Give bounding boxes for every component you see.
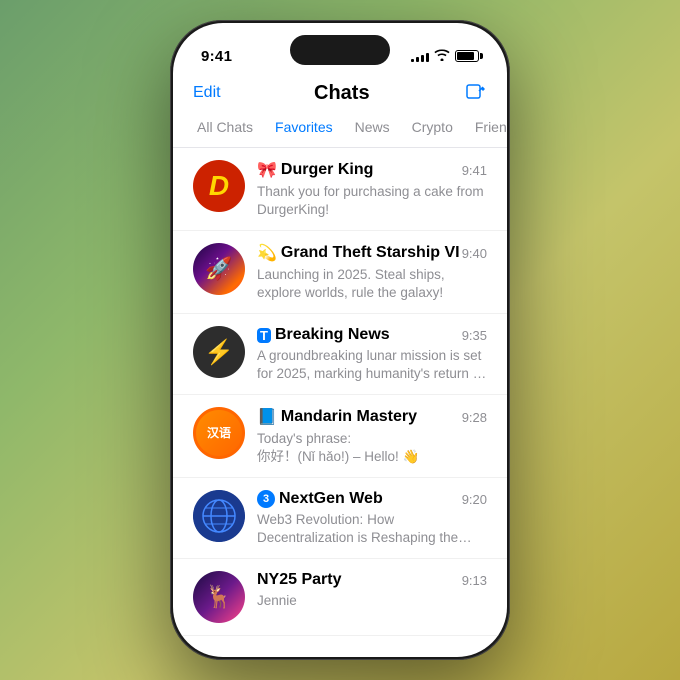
chat-time-nextgen: 9:20 <box>462 492 487 507</box>
status-icons <box>411 49 479 64</box>
chat-content-durger: 🎀 Durger King 9:41 Thank you for purchas… <box>257 160 487 218</box>
chat-preview-ny25: Jennie <box>257 592 487 610</box>
page-title: Chats <box>314 82 370 105</box>
filter-tabs: All Chats Favorites News Crypto Friends <box>173 117 507 148</box>
chat-item-durger[interactable]: D 🎀 Durger King 9:41 Thank you for purch… <box>173 148 507 231</box>
chat-item-nextgen[interactable]: 3 NextGen Web 9:20 Web3 Revolution: How … <box>173 478 507 559</box>
chat-preview-gts: Launching in 2025. Steal ships, explore … <box>257 266 487 301</box>
chat-time-breaking: 9:35 <box>462 328 487 343</box>
avatar-breaking: ⚡ <box>193 326 245 378</box>
header: Edit Chats <box>173 75 507 117</box>
chat-content-mandarin: 📘 Mandarin Mastery 9:28 Today's phrase:你… <box>257 407 487 465</box>
chat-name-ny25: NY25 Party <box>257 571 342 589</box>
chat-preview-durger: Thank you for purchasing a cake from Dur… <box>257 183 487 218</box>
avatar-gts: 🚀 <box>193 243 245 295</box>
battery-icon <box>455 50 479 62</box>
chat-time-durger: 9:41 <box>462 163 487 178</box>
avatar-nextgen <box>193 490 245 542</box>
chat-item-mandarin[interactable]: 汉语 📘 Mandarin Mastery 9:28 Today's phras… <box>173 395 507 478</box>
edit-button[interactable]: Edit <box>193 84 221 102</box>
chat-list: D 🎀 Durger King 9:41 Thank you for purch… <box>173 148 507 636</box>
chat-item-gts[interactable]: 🚀 💫 Grand Theft Starship VI 9:40 Launchi… <box>173 231 507 314</box>
chat-content-breaking: T Breaking News 9:35 A groundbreaking lu… <box>257 326 487 382</box>
chat-preview-mandarin: Today's phrase:你好！(Nǐ hǎo!) – Hello! 👋 <box>257 430 487 465</box>
phone-shell: 9:41 <box>170 20 510 660</box>
chat-name-nextgen: 3 NextGen Web <box>257 490 383 508</box>
chat-name-gts: 💫 Grand Theft Starship VI <box>257 243 460 263</box>
chat-content-gts: 💫 Grand Theft Starship VI 9:40 Launching… <box>257 243 487 301</box>
phone-screen: 9:41 <box>173 23 507 657</box>
avatar-mandarin: 汉语 <box>193 407 245 459</box>
chat-time-ny25: 9:13 <box>462 573 487 588</box>
dynamic-island <box>290 35 390 65</box>
signal-icon <box>411 50 429 62</box>
chat-preview-nextgen: Web3 Revolution: How Decentralization is… <box>257 511 487 546</box>
chat-item-breaking[interactable]: ⚡ T Breaking News 9:35 A groundbreaking … <box>173 314 507 395</box>
chat-preview-breaking: A groundbreaking lunar mission is set fo… <box>257 347 487 382</box>
chat-name-breaking: T Breaking News <box>257 326 390 344</box>
chat-name-mandarin: 📘 Mandarin Mastery <box>257 407 417 427</box>
tab-friends[interactable]: Friends <box>467 117 507 137</box>
wifi-icon <box>434 49 450 64</box>
chat-content-nextgen: 3 NextGen Web 9:20 Web3 Revolution: How … <box>257 490 487 546</box>
tab-news[interactable]: News <box>347 117 398 137</box>
tab-all-chats[interactable]: All Chats <box>189 117 261 137</box>
chat-time-mandarin: 9:28 <box>462 410 487 425</box>
avatar-ny25: 🦌 <box>193 571 245 623</box>
compose-button[interactable] <box>463 81 487 105</box>
tab-crypto[interactable]: Crypto <box>404 117 461 137</box>
chat-time-gts: 9:40 <box>462 246 487 261</box>
status-time: 9:41 <box>201 48 232 65</box>
chat-item-ny25[interactable]: 🦌 NY25 Party 9:13 Jennie <box>173 559 507 636</box>
chat-content-ny25: NY25 Party 9:13 Jennie <box>257 571 487 610</box>
chat-name-durger: 🎀 Durger King <box>257 160 373 180</box>
avatar-durger: D <box>193 160 245 212</box>
tab-favorites[interactable]: Favorites <box>267 117 341 137</box>
